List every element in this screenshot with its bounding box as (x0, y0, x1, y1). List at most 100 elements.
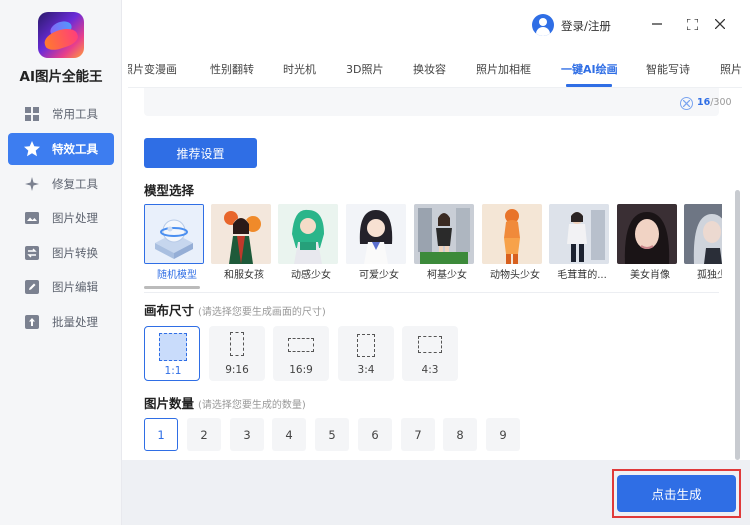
count-option-2[interactable]: 2 (187, 418, 221, 451)
model-list: 随机模型 和服女孩 动感少女 可爱少女 柯基少女 动物头少女 毛茸茸的... 美… (144, 204, 722, 288)
model-thumbnail (346, 204, 406, 264)
fullscreen-icon[interactable] (684, 16, 700, 32)
tab-smart-poem[interactable]: 智能写诗 (646, 61, 690, 77)
model-list-scrollbar[interactable] (144, 286, 200, 289)
image-icon (24, 210, 40, 226)
title-bar: 登录/注册 (122, 0, 750, 48)
app-logo (38, 12, 84, 58)
tab-time-machine[interactable]: 时光机 (283, 61, 316, 77)
prompt-input[interactable]: 16/300 (144, 88, 732, 116)
ratio-label: 16:9 (289, 364, 313, 376)
count-option-8[interactable]: 8 (443, 418, 477, 451)
active-tab-indicator (566, 84, 612, 87)
sidebar-item-label: 批量处理 (52, 315, 98, 329)
tab-photo-frame[interactable]: 照片加相框 (476, 61, 531, 77)
count-option-5[interactable]: 5 (315, 418, 349, 451)
sidebar-item-label: 图片处理 (52, 211, 98, 225)
sidebar-item-effect-tools[interactable]: 特效工具 (8, 133, 114, 165)
model-dynamic-girl[interactable]: 动感少女 (278, 204, 340, 282)
sparkle-icon (24, 176, 40, 192)
generate-button[interactable]: 点击生成 (617, 475, 736, 512)
ai-painting-panel: 16/300 推荐设置 模型选择 随机模型 和服女孩 动感少女 可爱少女 柯基少… (128, 88, 742, 460)
model-label: 柯基少女 (427, 270, 467, 281)
canvas-section-hint: (请选择您要生成画面的尺寸) (198, 307, 326, 318)
count-section-title: 图片数量 (请选择您要生成的数量) (144, 396, 306, 411)
divider (144, 292, 719, 293)
close-icon[interactable] (712, 16, 728, 32)
tab-ai-painting[interactable]: 一键AI绘画 (561, 61, 618, 77)
tab-gender-swap[interactable]: 性别翻转 (210, 61, 254, 77)
count-option-6[interactable]: 6 (358, 418, 392, 451)
ratio-label: 3:4 (357, 364, 375, 376)
tab-photo-more[interactable]: 照片 (720, 61, 742, 77)
login-register-link[interactable]: 登录/注册 (561, 18, 611, 34)
ratio-16-9[interactable]: 16:9 (273, 326, 329, 381)
count-section-hint: (请选择您要生成的数量) (198, 400, 306, 411)
star-icon (24, 141, 40, 157)
count-option-4[interactable]: 4 (272, 418, 306, 451)
model-thumbnail (549, 204, 609, 264)
model-cute-girl[interactable]: 可爱少女 (346, 204, 408, 282)
count-option-7[interactable]: 7 (401, 418, 435, 451)
sidebar-item-common-tools[interactable]: 常用工具 (8, 98, 114, 130)
model-thumbnail (482, 204, 542, 264)
model-label: 毛茸茸的... (557, 270, 607, 281)
model-beauty-portrait[interactable]: 美女肖像 (617, 204, 679, 282)
recommend-settings-button[interactable]: 推荐设置 (144, 138, 257, 168)
edit-icon (24, 279, 40, 295)
tab-photo-to-comic[interactable]: 照片变漫画 (128, 61, 177, 77)
ratio-label: 9:16 (225, 364, 249, 376)
model-label: 随机模型 (157, 270, 197, 281)
feature-tabs: 照片变漫画 性别翻转 时光机 3D照片 换妆容 照片加相框 一键AI绘画 智能写… (128, 48, 742, 88)
ratio-label: 1:1 (164, 365, 182, 377)
sidebar-item-label: 图片转换 (52, 246, 98, 260)
model-section-title: 模型选择 (144, 183, 195, 198)
ratio-9-16[interactable]: 9:16 (209, 326, 265, 381)
user-avatar-icon[interactable] (532, 14, 554, 36)
model-label: 和服女孩 (224, 270, 264, 281)
model-random[interactable]: 随机模型 (144, 204, 206, 282)
sidebar-item-label: 常用工具 (52, 107, 98, 121)
model-corgi-girl[interactable]: 柯基少女 (414, 204, 476, 282)
model-kimono-girl[interactable]: 和服女孩 (211, 204, 273, 282)
sidebar-item-image-process[interactable]: 图片处理 (8, 202, 114, 234)
count-option-3[interactable]: 3 (230, 418, 264, 451)
model-thumbnail (144, 204, 204, 264)
model-animal-head-girl[interactable]: 动物头少女 (482, 204, 544, 282)
model-label: 动物头少女 (490, 270, 540, 281)
model-thumbnail (414, 204, 474, 264)
vertical-scrollbar[interactable] (735, 90, 740, 460)
convert-icon (24, 245, 40, 261)
sidebar-item-label: 修复工具 (52, 177, 98, 191)
ratio-3-4[interactable]: 3:4 (338, 326, 394, 381)
model-thumbnail (211, 204, 271, 264)
model-label: 美女肖像 (630, 270, 670, 281)
upload-icon (24, 314, 40, 330)
sidebar-item-label: 图片编辑 (52, 280, 98, 294)
app-name: AI图片全能王 (19, 69, 103, 85)
model-lonely-girl[interactable]: 孤独少女 (684, 204, 722, 282)
canvas-section-title: 画布尺寸 (请选择您要生成画面的尺寸) (144, 303, 326, 318)
count-option-9[interactable]: 9 (486, 418, 520, 451)
model-thumbnail (684, 204, 722, 264)
grid-icon (24, 106, 40, 122)
model-label: 孤独少女 (697, 270, 722, 281)
model-label: 可爱少女 (359, 270, 399, 281)
sidebar-item-label: 特效工具 (52, 142, 98, 156)
sidebar-item-image-convert[interactable]: 图片转换 (8, 237, 114, 269)
model-label: 动感少女 (291, 270, 331, 281)
ratio-1-1[interactable]: 1:1 (144, 326, 200, 381)
prompt-char-count: 16/300 (697, 97, 732, 108)
count-option-1[interactable]: 1 (144, 418, 178, 451)
sidebar-item-repair-tools[interactable]: 修复工具 (8, 168, 114, 200)
sidebar: AI图片全能王 常用工具 特效工具 修复工具 图片处理 图片转换 图片编辑 批量… (0, 0, 122, 525)
ratio-4-3[interactable]: 4:3 (402, 326, 458, 381)
minimize-icon[interactable] (649, 16, 665, 32)
sidebar-item-image-edit[interactable]: 图片编辑 (8, 271, 114, 303)
ratio-label: 4:3 (421, 364, 439, 376)
model-fluffy[interactable]: 毛茸茸的... (549, 204, 611, 282)
tab-makeup[interactable]: 换妆容 (413, 61, 446, 77)
tab-3d-photo[interactable]: 3D照片 (346, 61, 383, 77)
sidebar-item-batch-process[interactable]: 批量处理 (8, 306, 114, 338)
clear-icon[interactable] (680, 97, 693, 110)
